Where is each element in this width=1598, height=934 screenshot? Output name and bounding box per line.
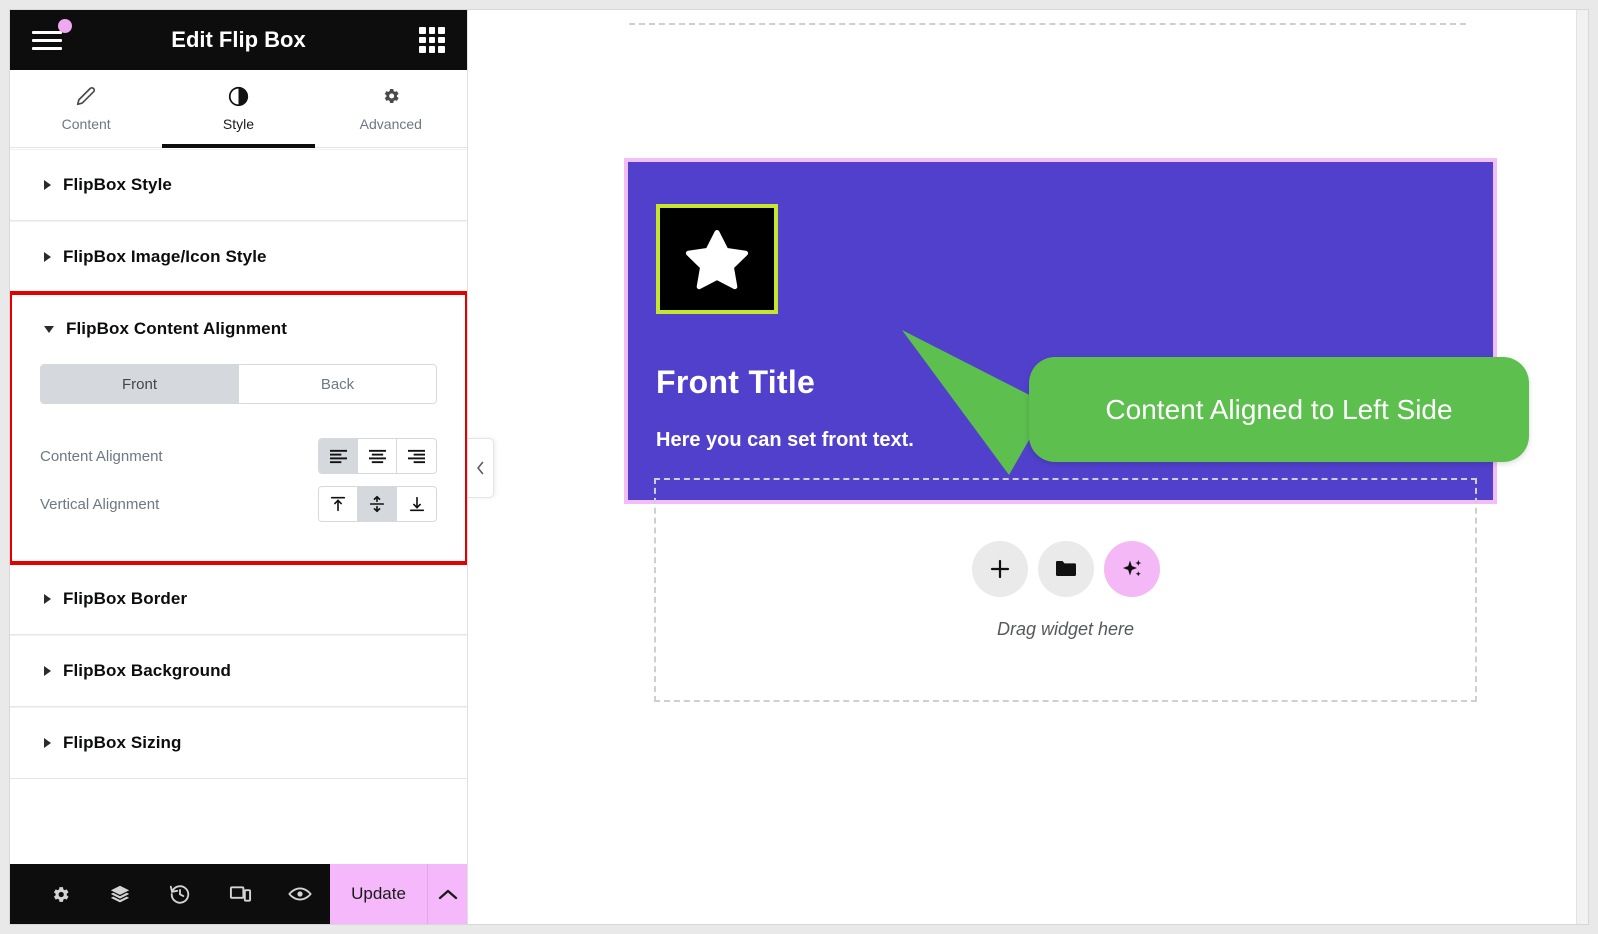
annotation-callout: Content Aligned to Left Side — [1029, 357, 1529, 462]
panel-title: Edit Flip Box — [171, 27, 306, 52]
chevron-right-icon — [44, 252, 51, 262]
flipbox-front-text: Here you can set front text. — [656, 429, 914, 451]
section-flipbox-image-icon-style: FlipBox Image/Icon Style — [10, 221, 467, 293]
canvas-scrollbar[interactable] — [1576, 10, 1588, 924]
elementor-editor-screen: Edit Flip Box Content Style Advanced Fli… — [0, 0, 1598, 934]
plus-icon[interactable] — [971, 540, 1028, 597]
editor-canvas: Front Title Here you can set front text.… — [469, 10, 1588, 924]
tab-advanced[interactable]: Advanced — [315, 70, 467, 147]
align-middle-icon[interactable] — [358, 487, 397, 521]
gear-icon — [381, 85, 401, 107]
panel-tabs: Content Style Advanced — [10, 70, 467, 148]
star-icon — [656, 204, 778, 314]
grid-apps-icon[interactable] — [419, 27, 445, 53]
window-frame: Edit Flip Box Content Style Advanced Fli… — [0, 0, 1598, 934]
chevron-right-icon — [44, 594, 51, 604]
vertical-alignment-row: Vertical Alignment — [40, 480, 437, 528]
content-alignment-row: Content Alignment — [40, 432, 437, 480]
chevron-right-icon — [44, 738, 51, 748]
switch-back[interactable]: Back — [239, 365, 436, 403]
tab-style-label: Style — [222, 116, 255, 132]
align-right-icon[interactable] — [397, 439, 436, 473]
history-clock-icon[interactable] — [150, 864, 210, 924]
sparkle-ai-icon[interactable] — [1103, 540, 1160, 597]
dropzone-label: Drag widget here — [996, 618, 1135, 639]
align-bottom-icon[interactable] — [397, 487, 436, 521]
section-flipbox-sizing: FlipBox Sizing — [10, 707, 467, 779]
front-back-switcher: Front Back — [40, 364, 437, 404]
switch-front[interactable]: Front — [41, 365, 239, 403]
hamburger-icon[interactable] — [32, 19, 72, 55]
tab-advanced-label: Advanced — [359, 116, 422, 132]
responsive-devices-icon[interactable] — [210, 864, 270, 924]
section-drop-indicator — [629, 23, 1466, 25]
section-flipbox-content-alignment: FlipBox Content Alignment Front Back Con… — [10, 291, 467, 565]
tab-content[interactable]: Content — [10, 70, 162, 147]
dropzone-buttons — [971, 540, 1160, 597]
section-title: FlipBox Border — [63, 589, 188, 608]
section-title: FlipBox Background — [63, 661, 232, 680]
section-flipbox-style: FlipBox Style — [10, 149, 467, 221]
section-flipbox-style-header[interactable]: FlipBox Style — [10, 150, 467, 220]
editor-panel: Edit Flip Box Content Style Advanced Fli… — [10, 10, 468, 924]
align-top-icon[interactable] — [319, 487, 358, 521]
window-inner: Edit Flip Box Content Style Advanced Fli… — [10, 10, 1588, 924]
vertical-alignment-label: Vertical Alignment — [40, 495, 160, 513]
section-title: FlipBox Content Alignment — [66, 319, 287, 338]
gear-settings-icon[interactable] — [30, 864, 90, 924]
section-flipbox-image-icon-style-header[interactable]: FlipBox Image/Icon Style — [10, 222, 467, 292]
style-sections: FlipBox Style FlipBox Image/Icon Style F… — [10, 149, 467, 864]
align-center-icon[interactable] — [358, 439, 397, 473]
chevron-right-icon — [44, 666, 51, 676]
layers-navigator-icon[interactable] — [90, 864, 150, 924]
notification-dot — [58, 19, 72, 33]
pencil-icon — [76, 85, 96, 107]
section-flipbox-border: FlipBox Border — [10, 563, 467, 635]
align-left-icon[interactable] — [319, 439, 358, 473]
chevron-right-icon — [44, 180, 51, 190]
panel-collapse-handle[interactable] — [468, 438, 494, 498]
content-alignment-body: Front Back Content Alignment Vertical Al… — [10, 364, 467, 562]
tab-content-label: Content — [61, 116, 111, 132]
flipbox-front-title: Front Title — [656, 364, 816, 400]
chevron-up-icon[interactable] — [427, 864, 467, 924]
update-button[interactable]: Update — [330, 864, 428, 924]
panel-footer: Update — [10, 864, 467, 924]
section-flipbox-sizing-header[interactable]: FlipBox Sizing — [10, 708, 467, 778]
contrast-half-circle-icon — [228, 85, 249, 107]
widget-dropzone[interactable]: Drag widget here — [654, 478, 1477, 702]
folder-icon[interactable] — [1037, 540, 1094, 597]
section-flipbox-content-alignment-header[interactable]: FlipBox Content Alignment — [10, 294, 467, 364]
section-flipbox-border-header[interactable]: FlipBox Border — [10, 564, 467, 634]
footer-tools — [10, 864, 330, 924]
panel-header: Edit Flip Box — [10, 10, 467, 70]
annotation-callout-text: Content Aligned to Left Side — [1105, 393, 1453, 425]
section-title: FlipBox Image/Icon Style — [63, 247, 267, 266]
section-title: FlipBox Sizing — [63, 733, 182, 752]
section-title: FlipBox Style — [63, 175, 172, 194]
content-alignment-label: Content Alignment — [40, 447, 163, 465]
vertical-alignment-buttons — [318, 486, 437, 522]
section-flipbox-background: FlipBox Background — [10, 635, 467, 707]
tab-style[interactable]: Style — [162, 70, 315, 148]
section-flipbox-background-header[interactable]: FlipBox Background — [10, 636, 467, 706]
eye-preview-icon[interactable] — [270, 864, 330, 924]
chevron-down-icon — [44, 325, 54, 333]
content-alignment-buttons — [318, 438, 437, 474]
